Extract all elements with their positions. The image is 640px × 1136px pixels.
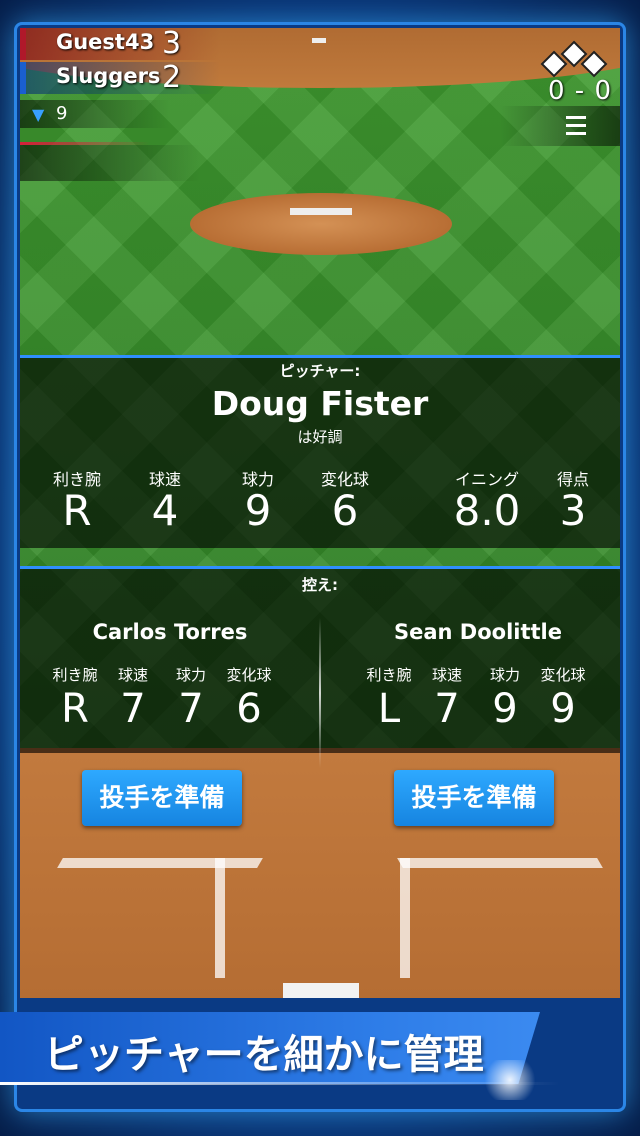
stat-value-velocity: 4 <box>151 486 179 535</box>
bases-diamond-icon <box>540 40 608 78</box>
stat-value-hand: R <box>62 486 92 535</box>
panel-divider <box>20 566 620 569</box>
banner-underline <box>0 1082 560 1085</box>
rel-stat-label: 変化球 <box>226 666 272 684</box>
reliever-name: Carlos Torres <box>92 620 248 644</box>
home-team-color-bar <box>20 28 26 60</box>
batters-box-line <box>215 858 225 978</box>
stat-value-breaking: 6 <box>331 486 359 535</box>
menu-area <box>500 106 620 146</box>
home-team-score: 3 <box>162 28 182 61</box>
pitcher-name: Doug Fister <box>211 384 429 423</box>
rel-stat-value: 6 <box>236 686 262 732</box>
pitcher-section-label: ピッチャー: <box>279 362 361 380</box>
warm-up-button-1[interactable]: 投手を準備 <box>82 770 242 826</box>
promo-banner-text: ピッチャーを細かに管理 <box>44 1032 484 1078</box>
away-team-score: 2 <box>162 60 182 95</box>
stat-value-runs: 3 <box>559 486 587 535</box>
game-screen: Guest43 3 Sluggers 2 ▼ 9 0 - 0 ピッチャー: Do… <box>20 28 620 998</box>
away-team-name: Sluggers <box>56 64 161 88</box>
pitching-rubber <box>290 208 352 215</box>
batters-box-line <box>57 858 263 868</box>
panel-divider <box>20 355 620 358</box>
inning-indicator: ▼ 9 <box>20 100 170 128</box>
home-team-row: Guest43 3 <box>20 28 220 61</box>
inning-number: 9 <box>56 103 68 124</box>
warm-up-button-2[interactable]: 投手を準備 <box>394 770 554 826</box>
reliever-name: Sean Doolittle <box>394 620 562 644</box>
rel-stat-value: 9 <box>550 686 576 732</box>
batters-box-line <box>400 858 410 978</box>
away-team-color-bar <box>20 62 26 94</box>
pitchers-mound <box>190 193 452 255</box>
bullpen-section-label: 控え: <box>302 576 338 594</box>
bottom-half-arrow-icon: ▼ <box>32 105 45 124</box>
second-base <box>312 38 326 43</box>
batters-box-line <box>397 858 603 868</box>
ball-strike-count: 0 - 0 <box>548 76 612 106</box>
home-team-name: Guest43 <box>56 30 155 54</box>
home-plate <box>283 983 359 998</box>
pitcher-condition: は好調 <box>297 428 343 446</box>
away-team-row: Sluggers 2 <box>20 60 220 95</box>
sparkle-icon <box>480 1060 540 1100</box>
info-strip <box>20 145 200 181</box>
stat-value-innings: 8.0 <box>453 486 521 535</box>
rel-stat-label: 変化球 <box>540 666 586 684</box>
menu-icon[interactable] <box>566 116 586 136</box>
stat-value-power: 9 <box>244 486 272 535</box>
